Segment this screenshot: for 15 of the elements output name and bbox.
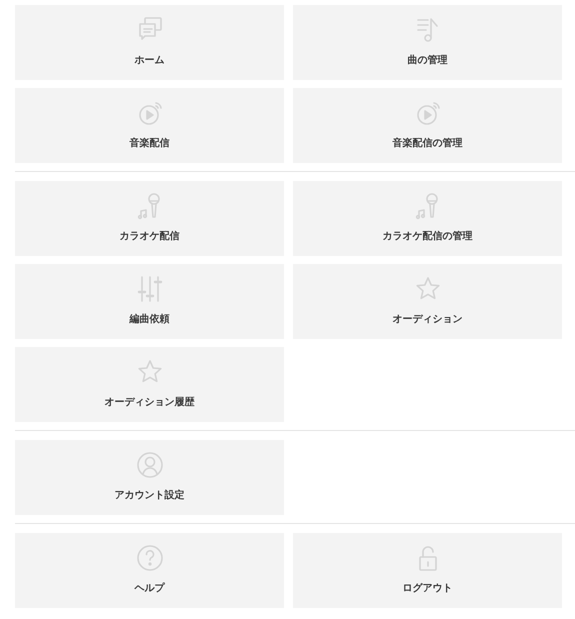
user-icon — [136, 451, 164, 479]
menu-tile[interactable]: オーディション履歴 — [15, 347, 284, 422]
menu-tile[interactable]: 編曲依頼 — [15, 264, 284, 339]
help-icon — [136, 544, 164, 572]
menu-tile[interactable]: カラオケ配信の管理 — [293, 181, 562, 256]
menu-tile[interactable]: 曲の管理 — [293, 5, 562, 80]
menu-tile[interactable]: オーディション — [293, 264, 562, 339]
menu-tile[interactable]: カラオケ配信 — [15, 181, 284, 256]
sliders-icon — [136, 275, 164, 303]
menu-tile[interactable]: ログアウト — [293, 533, 562, 608]
menu-tile[interactable]: 音楽配信 — [15, 88, 284, 163]
menu-tile[interactable]: 音楽配信の管理 — [293, 88, 562, 163]
menu-tile[interactable]: アカウント設定 — [15, 440, 284, 515]
menu-tile[interactable]: ヘルプ — [15, 533, 284, 608]
menu-tile[interactable]: ホーム — [15, 5, 284, 80]
